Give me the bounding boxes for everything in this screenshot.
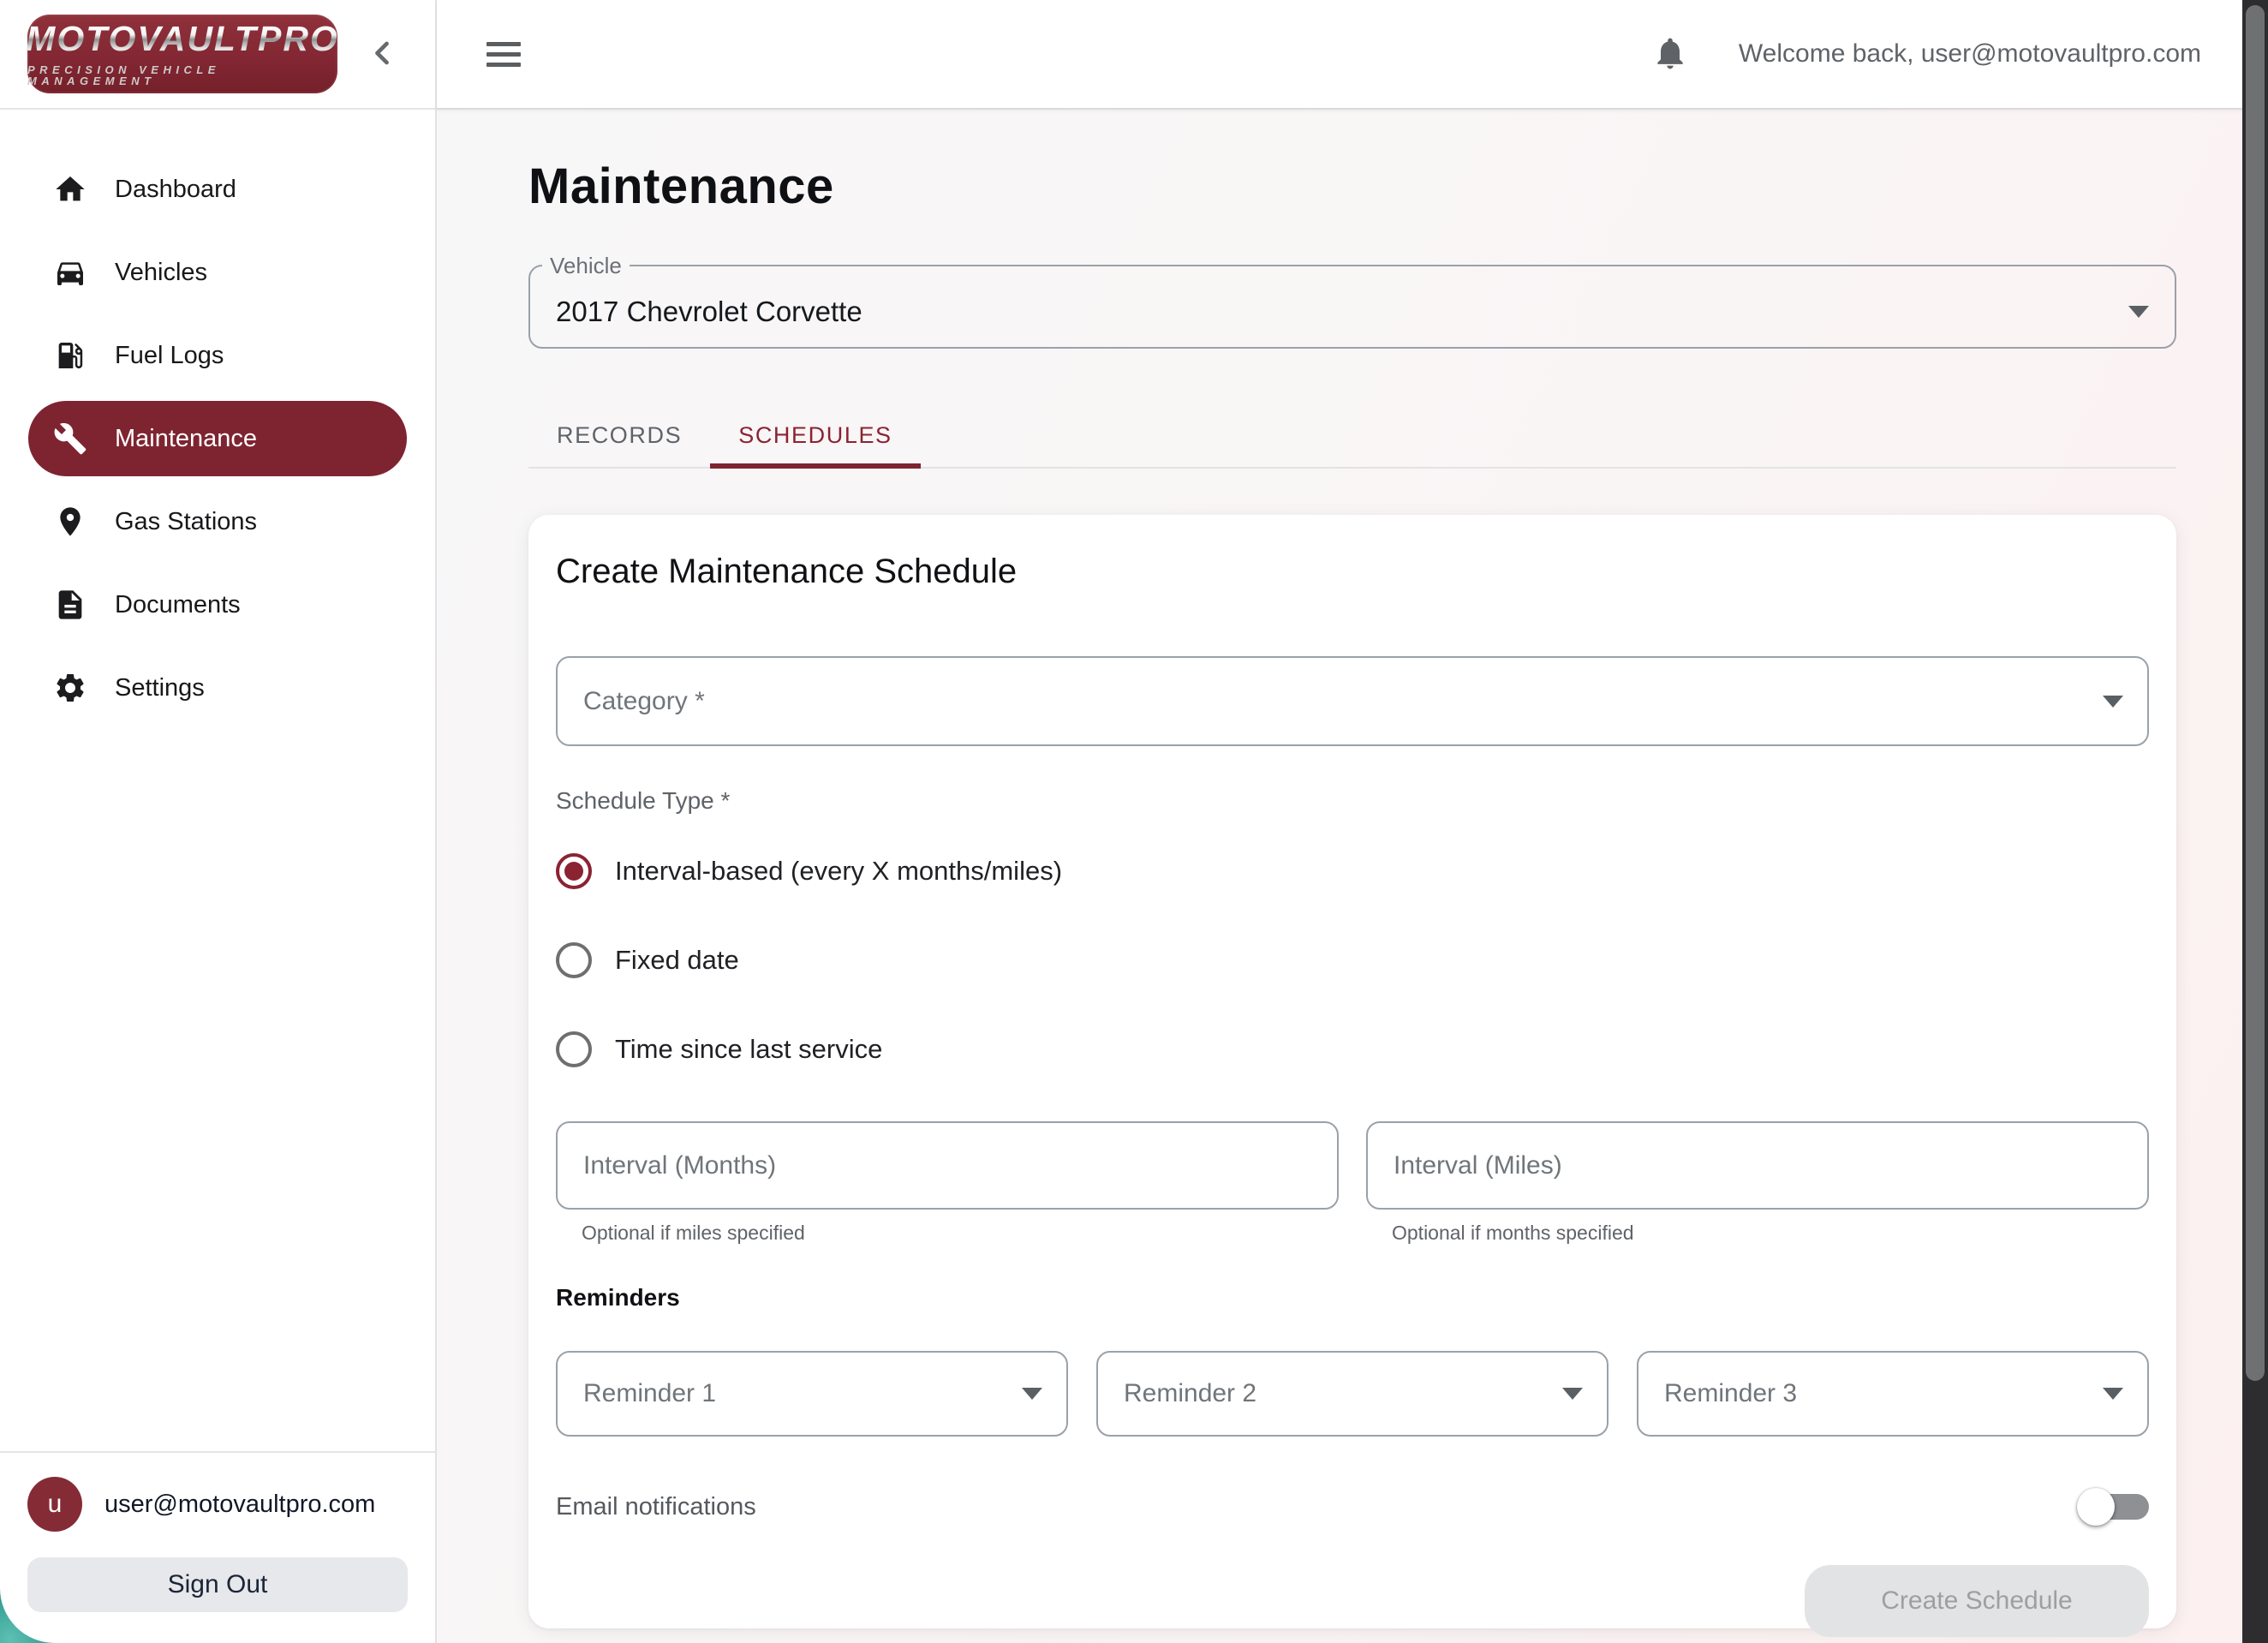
gear-icon	[53, 671, 87, 705]
chevron-down-icon	[2103, 696, 2123, 708]
sidebar-item-label: Maintenance	[115, 425, 257, 453]
logo-tagline: PRECISION VEHICLE MANAGEMENT	[27, 64, 337, 87]
radio-interval-based[interactable]: Interval-based (every X months/miles)	[556, 827, 2149, 916]
page-content: Maintenance Vehicle 2017 Chevrolet Corve…	[437, 110, 2268, 1643]
scrollbar-thumb[interactable]	[2246, 5, 2265, 1381]
app-window: MOTOVAULTPRO PRECISION VEHICLE MANAGEMEN…	[0, 0, 2268, 1643]
email-notifications-row: Email notifications	[556, 1488, 2149, 1526]
sidebar-collapse-button[interactable]	[358, 30, 406, 78]
sidebar-item-label: Gas Stations	[115, 508, 257, 536]
notifications-bell-button[interactable]	[1646, 30, 1694, 78]
topbar: Welcome back, user@motovaultpro.com	[437, 0, 2268, 110]
reminder-3-select[interactable]: Reminder 3	[1637, 1351, 2149, 1437]
sidebar-item-label: Fuel Logs	[115, 342, 224, 370]
sidebar-item-label: Dashboard	[115, 176, 236, 204]
sidebar-header: MOTOVAULTPRO PRECISION VEHICLE MANAGEMEN…	[0, 0, 435, 110]
sidebar-nav: Dashboard Vehicles Fuel Logs Maintenance	[0, 152, 435, 733]
sidebar-user-block: u user@motovaultpro.com Sign Out	[0, 1451, 435, 1643]
welcome-text: Welcome back, user@motovaultpro.com	[1739, 39, 2201, 69]
submit-row: Create Schedule	[556, 1565, 2149, 1637]
chevron-down-icon	[1562, 1388, 1583, 1400]
interval-months-input[interactable]	[556, 1121, 1339, 1210]
tab-schedules[interactable]: SCHEDULES	[710, 403, 920, 467]
avatar: u	[27, 1477, 82, 1532]
radio-unselected-icon	[556, 942, 592, 978]
user-email: user@motovaultpro.com	[104, 1491, 375, 1519]
document-icon	[53, 588, 87, 622]
reminder-2-select[interactable]: Reminder 2	[1096, 1351, 1608, 1437]
vehicle-select-value-row: 2017 Chevrolet Corvette	[530, 277, 2175, 347]
interval-months-helper: Optional if miles specified	[582, 1222, 1339, 1245]
sidebar-item-dashboard[interactable]: Dashboard	[28, 152, 407, 227]
hamburger-icon	[486, 42, 521, 46]
sidebar-item-documents[interactable]: Documents	[28, 567, 407, 642]
user-row: u user@motovaultpro.com	[27, 1477, 408, 1532]
toggle-thumb	[2077, 1488, 2115, 1526]
schedule-type-radio-group: Interval-based (every X months/miles) Fi…	[556, 827, 2149, 1094]
radio-fixed-date[interactable]: Fixed date	[556, 916, 2149, 1005]
category-select-label: Category *	[583, 687, 705, 716]
vehicle-select-label: Vehicle	[542, 254, 630, 277]
card-title: Create Maintenance Schedule	[556, 553, 2149, 591]
sidebar-item-maintenance[interactable]: Maintenance	[28, 401, 407, 476]
sidebar-spacer	[0, 733, 435, 1451]
topbar-right: Welcome back, user@motovaultpro.com	[1646, 30, 2201, 78]
chevron-down-icon	[1022, 1388, 1042, 1400]
radio-time-since-last-service[interactable]: Time since last service	[556, 1005, 2149, 1094]
tab-bar: RECORDS SCHEDULES	[528, 403, 2176, 469]
bell-icon	[1651, 34, 1689, 75]
chevron-down-icon	[2128, 306, 2149, 318]
sign-out-button[interactable]: Sign Out	[27, 1557, 408, 1612]
interval-miles-input[interactable]	[1366, 1121, 2149, 1210]
home-icon	[53, 172, 87, 206]
tab-records[interactable]: RECORDS	[528, 403, 710, 467]
sidebar-item-fuel-logs[interactable]: Fuel Logs	[28, 318, 407, 393]
fuel-pump-icon	[53, 338, 87, 373]
page-title: Maintenance	[528, 158, 2176, 215]
create-schedule-card: Create Maintenance Schedule Category * S…	[528, 515, 2176, 1628]
vehicle-select-value: 2017 Chevrolet Corvette	[556, 296, 862, 328]
interval-miles-helper: Optional if months specified	[1392, 1222, 2149, 1245]
interval-miles-group: Optional if months specified	[1366, 1121, 2149, 1245]
logo-title: MOTOVAULTPRO	[26, 21, 339, 57]
chevron-down-icon	[2103, 1388, 2123, 1400]
reminders-section-label: Reminders	[556, 1284, 2149, 1311]
sidebar-item-label: Settings	[115, 674, 205, 702]
map-pin-icon	[53, 505, 87, 539]
schedule-type-label: Schedule Type *	[556, 787, 2149, 815]
main-area: Welcome back, user@motovaultpro.com Main…	[437, 0, 2268, 1643]
wrench-icon	[53, 421, 87, 456]
sidebar-item-label: Documents	[115, 591, 241, 619]
reminders-row: Reminder 1 Reminder 2 Reminder 3	[556, 1351, 2149, 1437]
hamburger-menu-button[interactable]	[486, 30, 534, 78]
create-schedule-button[interactable]: Create Schedule	[1805, 1565, 2149, 1637]
interval-months-group: Optional if miles specified	[556, 1121, 1339, 1245]
car-icon	[53, 255, 87, 290]
radio-unselected-icon	[556, 1031, 592, 1067]
app-logo: MOTOVAULTPRO PRECISION VEHICLE MANAGEMEN…	[27, 15, 337, 93]
sidebar-item-label: Vehicles	[115, 259, 207, 287]
page-scrollbar[interactable]	[2242, 0, 2268, 1643]
email-notifications-toggle[interactable]	[2077, 1488, 2149, 1526]
sidebar-item-gas-stations[interactable]: Gas Stations	[28, 484, 407, 559]
interval-row: Optional if miles specified Optional if …	[556, 1121, 2149, 1245]
sidebar-item-vehicles[interactable]: Vehicles	[28, 235, 407, 310]
sidebar: MOTOVAULTPRO PRECISION VEHICLE MANAGEMEN…	[0, 0, 437, 1643]
vehicle-select[interactable]: Vehicle 2017 Chevrolet Corvette	[528, 254, 2176, 349]
sidebar-item-settings[interactable]: Settings	[28, 650, 407, 726]
radio-selected-icon	[556, 853, 592, 889]
category-select[interactable]: Category *	[556, 656, 2149, 746]
email-notifications-label: Email notifications	[556, 1493, 756, 1521]
reminder-1-select[interactable]: Reminder 1	[556, 1351, 1068, 1437]
chevron-left-icon	[363, 34, 401, 75]
